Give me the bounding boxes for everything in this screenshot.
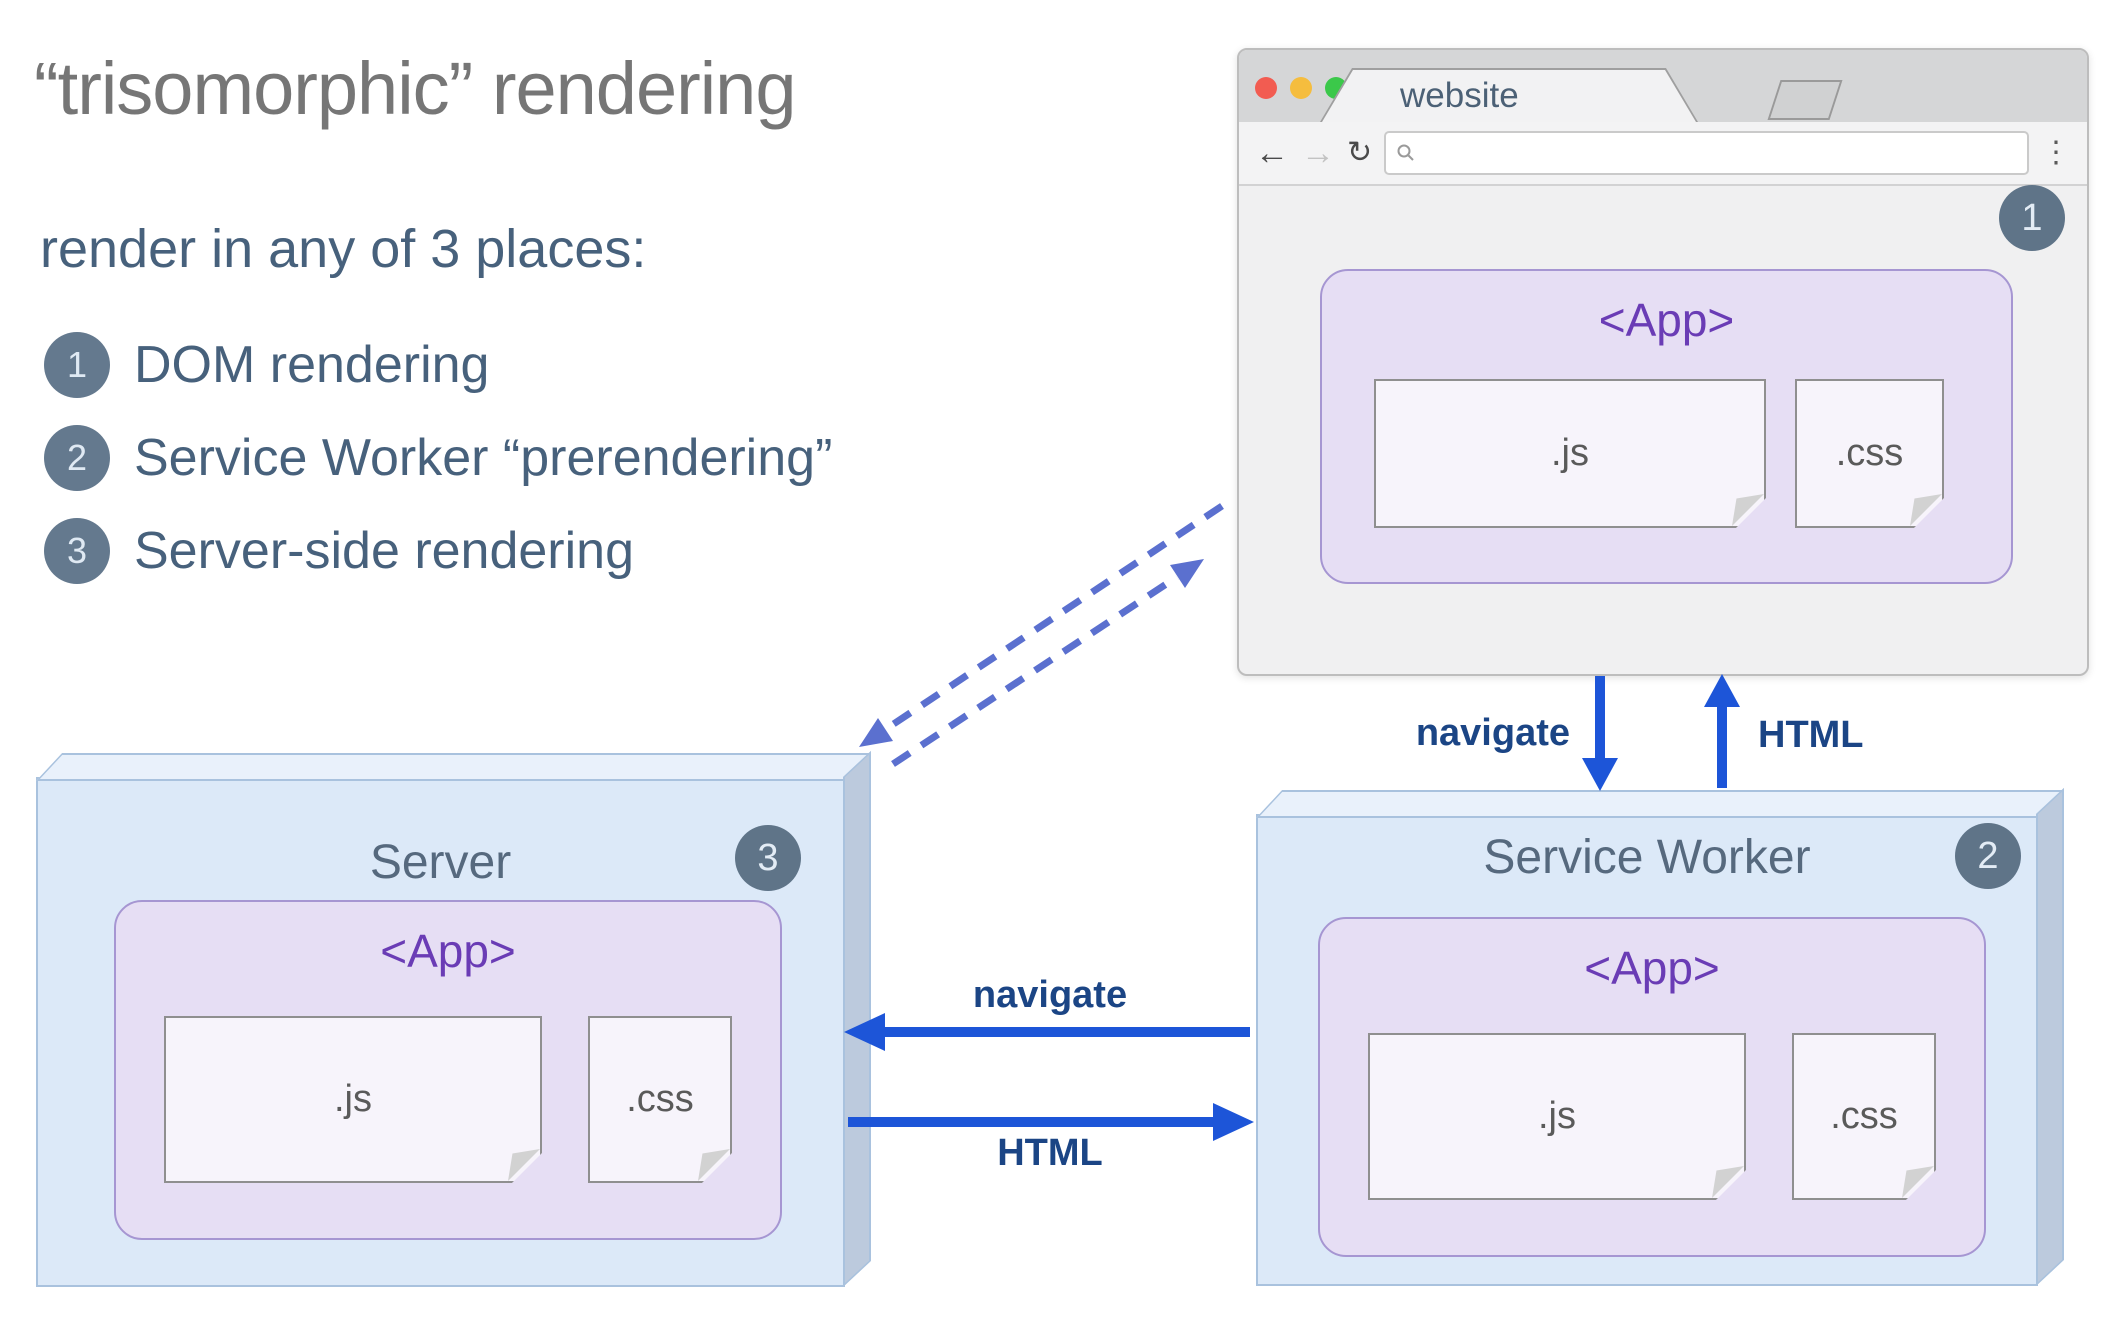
navigate-down-label: navigate bbox=[1415, 712, 1570, 754]
css-file: .css bbox=[588, 1016, 732, 1183]
navigate-down-arrow bbox=[1582, 676, 1618, 791]
js-file-label: .js bbox=[1551, 432, 1589, 474]
list-item-label: Server-side rendering bbox=[134, 521, 635, 580]
list-item: 2 Service Worker “prerendering” bbox=[44, 411, 832, 504]
navigate-left-arrow bbox=[844, 1013, 1250, 1051]
html-up-arrow bbox=[1704, 674, 1740, 788]
app-component-label: <App> bbox=[1598, 294, 1735, 346]
browser-tab[interactable]: website bbox=[1322, 70, 1696, 122]
step-badge-2: 2 bbox=[1955, 823, 2021, 889]
list-item-label: DOM rendering bbox=[134, 335, 490, 394]
server-box-top-face bbox=[36, 753, 872, 781]
close-window-button[interactable] bbox=[1255, 77, 1277, 99]
list-badge-2: 2 bbox=[44, 424, 110, 491]
reload-button[interactable]: ↻ bbox=[1347, 138, 1372, 168]
list-item-label: Service Worker “prerendering” bbox=[134, 428, 833, 487]
minimize-window-button[interactable] bbox=[1290, 77, 1312, 99]
css-file-label: .css bbox=[1830, 1095, 1898, 1137]
list-item: 1 DOM rendering bbox=[44, 318, 832, 411]
dashed-arrow-to-server bbox=[859, 503, 1224, 747]
server-box-right-face bbox=[843, 750, 871, 1287]
js-file: .js bbox=[1368, 1033, 1746, 1200]
server-box: Server 3 <App> .js .css bbox=[36, 750, 872, 1287]
search-icon bbox=[1397, 144, 1414, 161]
server-title: Server bbox=[369, 836, 512, 889]
render-places-list: 1 DOM rendering 2 Service Worker “preren… bbox=[44, 318, 832, 597]
service-worker-app-box: <App> .js .css bbox=[1318, 917, 1986, 1257]
browser-window: website ← → ↻ ⋮ 1 <App> .js .css bbox=[1237, 48, 2089, 676]
browser-app-box: <App> .js .css bbox=[1320, 269, 2013, 584]
slide-canvas: “trisomorphic” rendering render in any o… bbox=[0, 0, 2108, 1328]
list-badge-3: 3 bbox=[44, 517, 110, 584]
new-tab-button[interactable] bbox=[1767, 80, 1843, 120]
browser-toolbar: ← → ↻ ⋮ bbox=[1239, 122, 2087, 186]
js-file-label: .js bbox=[1538, 1095, 1576, 1137]
step-badge-1: 1 bbox=[1999, 185, 2065, 251]
js-file: .js bbox=[1374, 379, 1766, 528]
html-right-label: HTML bbox=[997, 1132, 1103, 1174]
js-file-label: .js bbox=[334, 1078, 372, 1120]
html-up-label: HTML bbox=[1758, 714, 1864, 756]
app-component-label: <App> bbox=[380, 925, 516, 977]
back-button[interactable]: ← bbox=[1255, 136, 1289, 170]
service-worker-box-right-face bbox=[2036, 787, 2064, 1286]
list-badge-1: 1 bbox=[44, 331, 110, 398]
service-worker-box-top-face bbox=[1256, 790, 2065, 818]
dashed-arrow-to-browser bbox=[891, 559, 1204, 767]
navigate-left-label: navigate bbox=[972, 974, 1128, 1016]
url-input[interactable] bbox=[1424, 138, 2017, 168]
css-file: .css bbox=[1795, 379, 1944, 528]
page-subtitle: render in any of 3 places: bbox=[40, 219, 647, 279]
js-file: .js bbox=[164, 1016, 542, 1183]
browser-titlebar: website bbox=[1239, 50, 2087, 122]
service-worker-box: Service Worker 2 <App> .js .css bbox=[1256, 787, 2065, 1286]
css-file-label: .css bbox=[626, 1078, 694, 1120]
css-file-label: .css bbox=[1835, 432, 1904, 474]
step-badge-3: 3 bbox=[735, 825, 801, 891]
server-app-box: <App> .js .css bbox=[114, 900, 782, 1240]
tab-title: website bbox=[1400, 76, 1519, 115]
css-file: .css bbox=[1792, 1033, 1936, 1200]
page-title: “trisomorphic” rendering bbox=[34, 47, 796, 130]
app-component-label: <App> bbox=[1584, 942, 1720, 994]
forward-button[interactable]: → bbox=[1301, 136, 1335, 170]
list-item: 3 Server-side rendering bbox=[44, 504, 832, 597]
url-bar[interactable] bbox=[1384, 131, 2029, 175]
browser-menu-button[interactable]: ⋮ bbox=[2041, 138, 2071, 168]
service-worker-title: Service Worker bbox=[1483, 831, 1811, 884]
